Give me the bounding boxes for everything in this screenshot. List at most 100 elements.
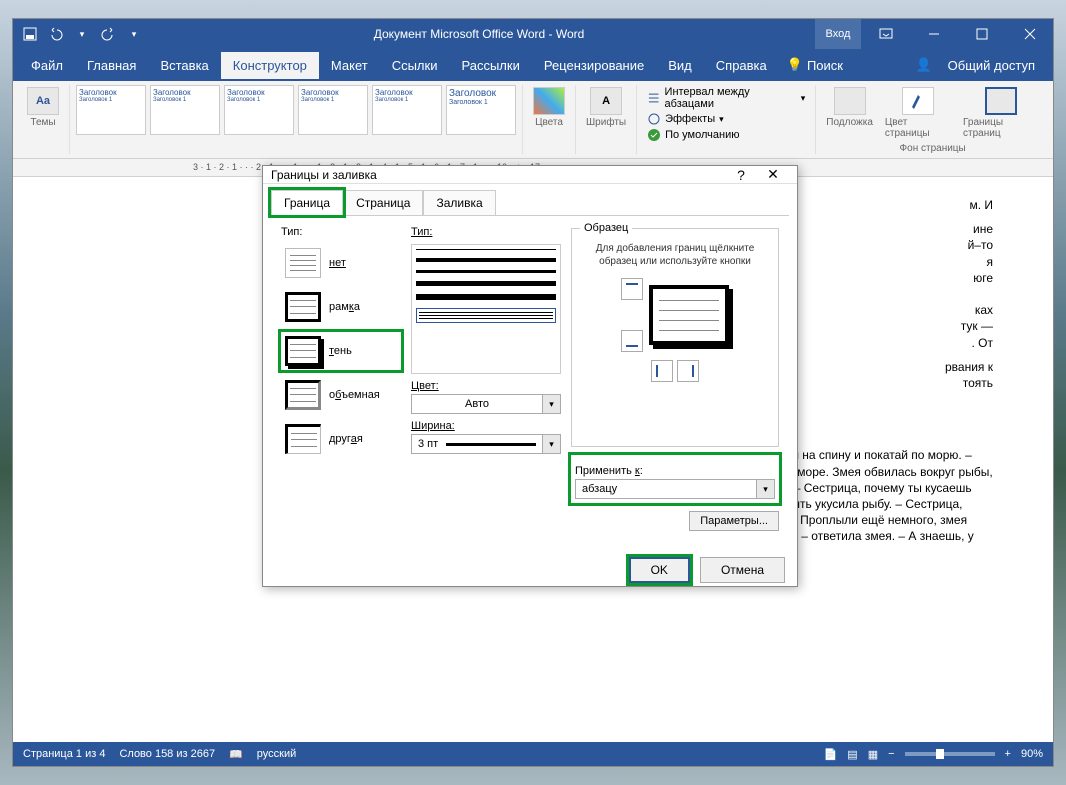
border-right-button[interactable]	[677, 360, 699, 382]
watermark-label: Подложка	[826, 117, 873, 128]
style-item[interactable]: ЗаголовокЗаголовок 1	[446, 85, 516, 135]
style-item[interactable]: ЗаголовокЗаголовок 1	[372, 85, 442, 135]
border-type-shadow[interactable]: тень	[281, 332, 401, 370]
style-option-selected[interactable]	[416, 308, 556, 323]
menu-home[interactable]: Главная	[75, 52, 148, 79]
status-words[interactable]: Слово 158 из 2667	[119, 748, 215, 760]
style-gallery[interactable]: ЗаголовокЗаголовок 1 ЗаголовокЗаголовок …	[76, 85, 516, 135]
maximize-icon[interactable]	[959, 19, 1005, 49]
bg-group-label: Фон страницы	[900, 143, 966, 154]
menu-references[interactable]: Ссылки	[380, 52, 450, 79]
style-option[interactable]	[416, 281, 556, 286]
style-option[interactable]	[416, 294, 556, 300]
ribbon-options-icon[interactable]	[863, 19, 909, 49]
menu-view[interactable]: Вид	[656, 52, 704, 79]
threeD-label: объемная	[329, 389, 380, 401]
close-icon[interactable]: ✕	[757, 166, 789, 183]
chevron-down-icon[interactable]: ▾	[757, 479, 775, 499]
minimize-icon[interactable]	[911, 19, 957, 49]
zoom-in-icon[interactable]: +	[1005, 748, 1011, 760]
apply-to-dropdown[interactable]: абзацу ▾	[575, 479, 775, 499]
status-page[interactable]: Страница 1 из 4	[23, 748, 105, 760]
spacing-label: Интервал между абзацами	[665, 86, 797, 110]
effects-icon	[647, 112, 661, 126]
menu-mailings[interactable]: Рассылки	[449, 52, 531, 79]
style-list[interactable]	[411, 244, 561, 374]
close-icon[interactable]	[1007, 19, 1053, 49]
box-icon	[285, 292, 321, 322]
page-borders-button[interactable]: Границы страниц	[959, 85, 1043, 141]
share-button[interactable]: Общий доступ	[936, 52, 1047, 79]
menu-file[interactable]: Файл	[19, 52, 75, 79]
style-option[interactable]	[416, 270, 556, 273]
themes-button[interactable]: Aa Темы	[23, 85, 63, 130]
options-button[interactable]: Параметры...	[689, 511, 779, 531]
zoom-out-icon[interactable]: −	[888, 748, 894, 760]
bulb-icon: 💡	[787, 57, 803, 73]
fonts-icon: A	[590, 87, 622, 115]
status-zoom[interactable]: 90%	[1021, 748, 1043, 760]
border-type-custom[interactable]: другая	[281, 420, 401, 458]
spacing-icon	[647, 91, 660, 105]
style-item[interactable]: ЗаголовокЗаголовок 1	[298, 85, 368, 135]
menu-design[interactable]: Конструктор	[221, 52, 319, 79]
cancel-button[interactable]: Отмена	[700, 557, 785, 583]
login-button[interactable]: Вход	[815, 19, 861, 49]
style-item[interactable]: ЗаголовокЗаголовок 1	[150, 85, 220, 135]
help-icon[interactable]: ?	[725, 167, 757, 183]
watermark-button[interactable]: Подложка	[822, 85, 877, 141]
border-top-button[interactable]	[621, 278, 643, 300]
preview-sample[interactable]	[649, 285, 729, 345]
page-borders-icon	[985, 87, 1017, 115]
chevron-down-icon[interactable]: ▾	[543, 434, 561, 454]
tab-border[interactable]: Граница	[271, 190, 343, 215]
style-item[interactable]: ЗаголовокЗаголовок 1	[76, 85, 146, 135]
ok-button[interactable]: OK	[629, 557, 690, 583]
fonts-button[interactable]: A Шрифты	[582, 85, 630, 130]
undo-icon[interactable]	[47, 25, 65, 43]
tab-shading[interactable]: Заливка	[423, 190, 495, 215]
width-dropdown[interactable]: 3 пт ▾	[411, 434, 561, 454]
menu-review[interactable]: Рецензирование	[532, 52, 656, 79]
border-left-button[interactable]	[651, 360, 673, 382]
menu-layout[interactable]: Макет	[319, 52, 380, 79]
chevron-down-icon[interactable]: ▾	[125, 25, 143, 43]
tab-page-border[interactable]: Страница	[343, 190, 423, 215]
save-icon[interactable]	[21, 25, 39, 43]
search-box[interactable]: 💡 Поиск	[779, 57, 851, 73]
page-color-icon	[902, 87, 934, 115]
dialog-tabs: Граница Страница Заливка	[263, 184, 797, 215]
color-dropdown[interactable]: Авто ▾	[411, 394, 561, 414]
themes-icon: Aa	[27, 87, 59, 115]
zoom-slider[interactable]	[905, 752, 995, 756]
title-bar: ▾ ▾ Документ Microsoft Office Word - Wor…	[13, 19, 1053, 49]
border-bottom-button[interactable]	[621, 330, 643, 352]
chevron-down-icon[interactable]: ▾	[73, 25, 91, 43]
view-read-icon[interactable]: 📄	[824, 748, 838, 761]
style-item[interactable]: ЗаголовокЗаголовок 1	[224, 85, 294, 135]
shadow-label: тень	[329, 345, 352, 357]
spelling-icon[interactable]: 📖	[229, 748, 243, 761]
status-language[interactable]: русский	[257, 748, 296, 760]
border-type-3d[interactable]: объемная	[281, 376, 401, 414]
none-label: нет	[329, 257, 346, 269]
themes-label: Темы	[30, 117, 55, 128]
set-default-button[interactable]: По умолчанию	[643, 127, 743, 143]
menu-help[interactable]: Справка	[704, 52, 779, 79]
page-color-button[interactable]: Цвет страницы	[881, 85, 955, 141]
preview-hint: Для добавления границ щёлкните образец и…	[580, 242, 770, 268]
style-option[interactable]	[416, 249, 556, 250]
border-type-box[interactable]: рамка	[281, 288, 401, 326]
style-option[interactable]	[416, 258, 556, 262]
colors-button[interactable]: Цвета	[529, 85, 569, 130]
effects-button[interactable]: Эффекты▾	[643, 111, 728, 127]
view-print-icon[interactable]: ▤	[847, 748, 857, 761]
colors-label: Цвета	[535, 117, 563, 128]
redo-icon[interactable]	[99, 25, 117, 43]
chevron-down-icon[interactable]: ▾	[543, 394, 561, 414]
border-type-none[interactable]: нет	[281, 244, 401, 282]
menu-insert[interactable]: Вставка	[148, 52, 220, 79]
paragraph-spacing-button[interactable]: Интервал между абзацами▾	[643, 85, 809, 111]
view-web-icon[interactable]: ▦	[868, 748, 878, 761]
custom-icon	[285, 424, 321, 454]
